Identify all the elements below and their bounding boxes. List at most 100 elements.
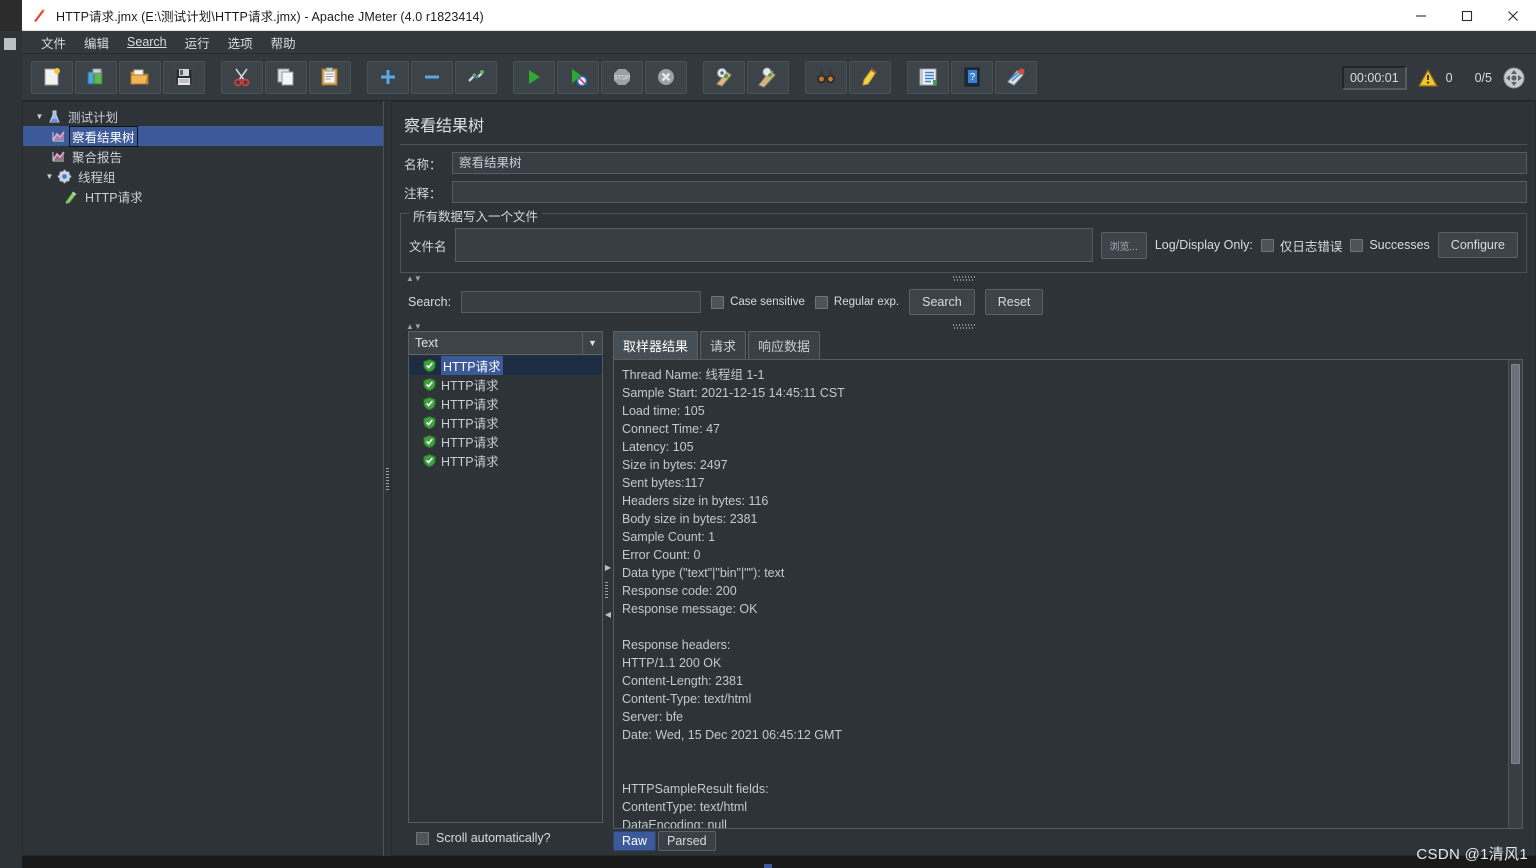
name-input[interactable]: 察看结果树	[452, 152, 1527, 174]
arrow-right-icon[interactable]: ◀	[605, 610, 611, 619]
collapse-all-icon[interactable]	[411, 60, 453, 94]
successes-checkbox[interactable]	[1350, 238, 1364, 252]
comment-input[interactable]	[452, 181, 1527, 203]
configure-button[interactable]: Configure	[1437, 232, 1518, 258]
menu-run[interactable]: 运行	[176, 31, 219, 54]
cut-icon[interactable]	[221, 60, 263, 94]
sampler-result-text[interactable]: Thread Name: 线程组 1-1 Sample Start: 2021-…	[614, 360, 1508, 828]
scroll-automatically-checkbox[interactable]	[416, 831, 429, 845]
open-icon[interactable]	[119, 60, 161, 94]
tab-response-data[interactable]: 响应数据	[748, 331, 821, 359]
search-binoculars-icon[interactable]	[805, 60, 847, 94]
clear-icon[interactable]	[703, 60, 745, 94]
tree-node-http-request[interactable]: HTTP请求	[23, 186, 383, 206]
comment-field-row: 注释：	[400, 181, 1527, 203]
copy-icon[interactable]	[265, 60, 307, 94]
maximize-button[interactable]	[1444, 0, 1490, 31]
success-shield-icon	[423, 416, 436, 429]
detail-scroll-thumb[interactable]	[1511, 364, 1520, 764]
tab-parsed[interactable]: Parsed	[658, 831, 716, 851]
arrow-left-icon[interactable]: ▶	[605, 563, 611, 572]
expand-all-icon[interactable]	[367, 60, 409, 94]
list-item[interactable]: HTTP请求	[409, 413, 602, 432]
toolbar: STOP ? 00:00:01 0 0/5	[0, 54, 1536, 101]
close-button[interactable]	[1490, 0, 1536, 31]
tab-sampler-result[interactable]: 取样器结果	[613, 331, 699, 359]
tree-node-thread-group[interactable]: ▼ 线程组	[23, 166, 383, 186]
name-field-row: 名称： 察看结果树	[400, 152, 1527, 174]
successes-checkbox-wrap[interactable]: Successes	[1350, 238, 1430, 252]
main-splitter[interactable]	[383, 101, 392, 856]
errors-only-checkbox[interactable]	[1260, 238, 1274, 252]
regex-checkbox[interactable]	[814, 295, 828, 309]
list-item[interactable]: HTTP请求	[409, 432, 602, 451]
tree-node-aggregate-report[interactable]: 聚合报告	[23, 146, 383, 166]
new-icon[interactable]	[31, 60, 73, 94]
element-config-pane: 察看结果树 名称： 察看结果树 注释： 所有数据写入一个文件 文件名 浏览...…	[392, 101, 1536, 856]
clear-gc-icon[interactable]	[1502, 66, 1526, 90]
menu-run-label: 运行	[184, 36, 210, 51]
tab-raw[interactable]: Raw	[613, 831, 657, 851]
filename-input[interactable]	[454, 228, 1093, 262]
list-item-label: HTTP请求	[441, 436, 499, 450]
list-item[interactable]: HTTP请求	[409, 375, 602, 394]
templates-icon[interactable]	[75, 60, 117, 94]
start-icon[interactable]	[513, 60, 555, 94]
stop-icon[interactable]: STOP	[601, 60, 643, 94]
undo-redo-icon[interactable]	[995, 60, 1037, 94]
chevron-down-icon[interactable]: ▼	[43, 170, 56, 183]
search-bar: Search: Case sensitive Regular exp. Sear…	[400, 283, 1527, 321]
results-splitter[interactable]: ▶ ◀	[603, 331, 613, 851]
menu-edit[interactable]: 编辑	[75, 31, 118, 54]
sampler-result-body: Thread Name: 线程组 1-1 Sample Start: 2021-…	[613, 359, 1523, 829]
case-sensitive-checkbox[interactable]	[711, 295, 725, 309]
save-icon[interactable]	[163, 60, 205, 94]
errors-only-checkbox-wrap[interactable]: 仅日志错误	[1260, 236, 1342, 255]
test-plan-icon	[46, 108, 63, 124]
scroll-automatically-row[interactable]: Scroll automatically?	[408, 823, 603, 851]
list-item[interactable]: HTTP请求	[409, 356, 602, 375]
list-item[interactable]: HTTP请求	[409, 394, 602, 413]
menu-search[interactable]: Search	[118, 33, 176, 51]
search-input[interactable]	[461, 291, 702, 313]
reset-button[interactable]: Reset	[984, 289, 1044, 315]
case-sensitive-wrap[interactable]: Case sensitive	[711, 295, 805, 309]
minimize-button[interactable]	[1398, 0, 1444, 31]
chevron-down-icon[interactable]: ▼	[582, 332, 602, 354]
success-shield-icon	[423, 454, 436, 467]
success-shield-icon	[423, 397, 436, 410]
list-item-label: HTTP请求	[441, 379, 499, 393]
bottom-resize-nub[interactable]	[764, 864, 772, 868]
menu-help[interactable]: 帮助	[262, 31, 305, 54]
chevron-down-icon[interactable]: ▼	[33, 110, 46, 123]
shutdown-icon[interactable]	[645, 60, 687, 94]
log-display-only-label: Log/Display Only:	[1154, 238, 1253, 252]
render-selector[interactable]: Text ▼	[408, 331, 603, 355]
tab-request[interactable]: 请求	[700, 331, 747, 359]
regex-wrap[interactable]: Regular exp.	[814, 295, 899, 309]
resize-arrows-2: ▲▼	[406, 321, 422, 331]
clear-all-icon[interactable]	[747, 60, 789, 94]
search-resize-handle[interactable]: ▲▼	[400, 321, 1527, 331]
start-no-timers-icon[interactable]	[557, 60, 599, 94]
test-plan-tree[interactable]: ▼ 测试计划 察看结果树 聚合报告 ▼ 线程组 HTTP请求	[22, 101, 383, 856]
tree-node-view-results-tree[interactable]: 察看结果树	[23, 125, 383, 147]
list-item[interactable]: HTTP请求	[409, 451, 602, 470]
tree-node-test-plan[interactable]: ▼ 测试计划	[23, 106, 383, 126]
toggle-icon[interactable]	[455, 60, 497, 94]
page-title: 察看结果树	[400, 102, 1527, 145]
sampler-results-list[interactable]: HTTP请求 HTTP请求 HTTP请求 HTTP请求 HTTP请求 HTTP请…	[408, 356, 603, 823]
menu-file[interactable]: 文件	[32, 31, 75, 54]
paste-icon[interactable]	[309, 60, 351, 94]
search-label: Search:	[408, 295, 452, 309]
detail-vertical-scrollbar[interactable]	[1508, 360, 1522, 828]
search-button[interactable]: Search	[909, 289, 975, 315]
function-helper-icon[interactable]	[907, 60, 949, 94]
warning-group[interactable]: 0	[1417, 68, 1453, 88]
menu-options[interactable]: 选项	[219, 31, 262, 54]
filegroup-resize-handle[interactable]: ▲▼	[400, 273, 1527, 283]
help-icon[interactable]: ?	[951, 60, 993, 94]
browse-button[interactable]: 浏览...	[1100, 231, 1147, 259]
thread-group-icon	[56, 168, 73, 184]
reset-search-icon[interactable]	[849, 60, 891, 94]
